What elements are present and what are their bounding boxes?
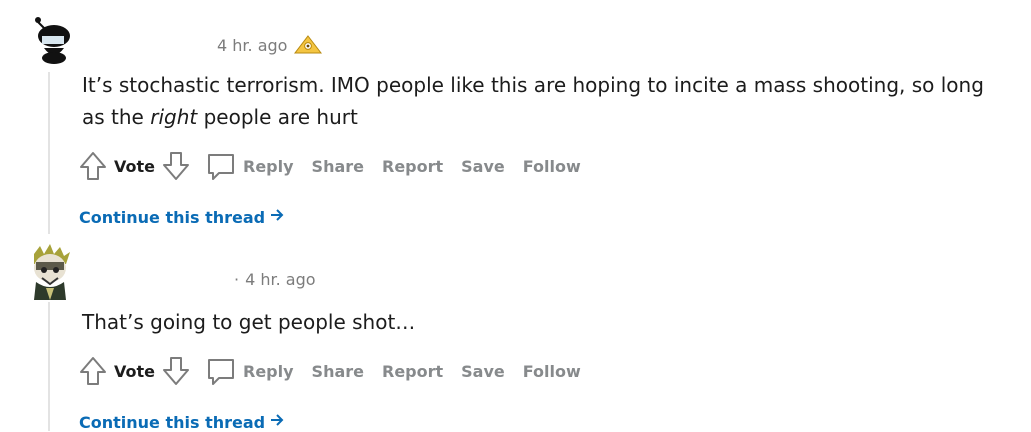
- speech-bubble-icon: [205, 355, 237, 387]
- comment-text: That’s going to get people shot…: [82, 310, 416, 334]
- vote-group: Vote: [78, 150, 191, 182]
- comment-timestamp[interactable]: 4 hr. ago: [217, 36, 287, 55]
- report-label: Report: [382, 156, 444, 176]
- save-button[interactable]: Save: [461, 362, 505, 381]
- upvote-arrow-icon[interactable]: [78, 150, 108, 182]
- continue-thread-label: Continue this thread: [79, 207, 266, 227]
- comment-meta: · 4 hr. ago: [80, 270, 316, 289]
- comment-actions: Vote Reply Share Report Save Follow: [78, 353, 581, 389]
- downvote-arrow-icon[interactable]: [161, 355, 191, 387]
- comment-text-emphasis: right: [150, 105, 198, 129]
- share-label: Share: [311, 361, 364, 381]
- reply-button[interactable]: Reply: [205, 150, 294, 182]
- report-label: Report: [382, 361, 444, 381]
- comment-text: people are hurt: [197, 105, 358, 129]
- continue-thread-link[interactable]: Continue this thread: [79, 412, 285, 432]
- upvote-arrow-icon[interactable]: [78, 355, 108, 387]
- follow-label: Follow: [522, 361, 581, 381]
- thread-line[interactable]: [48, 72, 50, 234]
- comment-meta: 4 hr. ago: [217, 34, 323, 56]
- helpful-award-icon[interactable]: [293, 34, 323, 56]
- meta-separator: ·: [234, 270, 240, 289]
- share-label: Share: [311, 156, 364, 176]
- save-button[interactable]: Save: [461, 157, 505, 176]
- thread-line[interactable]: [48, 302, 50, 431]
- reply-label: Reply: [243, 156, 294, 176]
- follow-button[interactable]: Follow: [523, 157, 581, 176]
- downvote-arrow-icon[interactable]: [161, 150, 191, 182]
- speech-bubble-icon: [205, 150, 237, 182]
- comment-body: It’s stochastic terrorism. IMO people li…: [82, 69, 1012, 133]
- comment-timestamp[interactable]: 4 hr. ago: [245, 270, 315, 289]
- vote-count: Vote: [114, 361, 155, 381]
- follow-label: Follow: [522, 156, 581, 176]
- vote-count: Vote: [114, 156, 155, 176]
- save-label: Save: [461, 156, 505, 176]
- user-avatar[interactable]: [26, 244, 74, 302]
- continue-thread-link[interactable]: Continue this thread: [79, 207, 285, 227]
- share-button[interactable]: Share: [312, 157, 364, 176]
- vote-group: Vote: [78, 355, 191, 387]
- arrow-right-icon: [269, 207, 285, 227]
- comment-actions: Vote Reply Share Report Save Follow: [78, 148, 581, 184]
- arrow-right-icon: [269, 412, 285, 432]
- report-button[interactable]: Report: [382, 157, 443, 176]
- comment-body: That’s going to get people shot…: [82, 306, 1012, 338]
- reply-label: Reply: [243, 361, 294, 381]
- username-redacted[interactable]: [80, 275, 218, 285]
- reply-button[interactable]: Reply: [205, 355, 294, 387]
- continue-thread-label: Continue this thread: [79, 412, 266, 432]
- share-button[interactable]: Share: [312, 362, 364, 381]
- snoo-avatar[interactable]: [28, 14, 74, 64]
- save-label: Save: [461, 361, 505, 381]
- follow-button[interactable]: Follow: [523, 362, 581, 381]
- report-button[interactable]: Report: [382, 362, 443, 381]
